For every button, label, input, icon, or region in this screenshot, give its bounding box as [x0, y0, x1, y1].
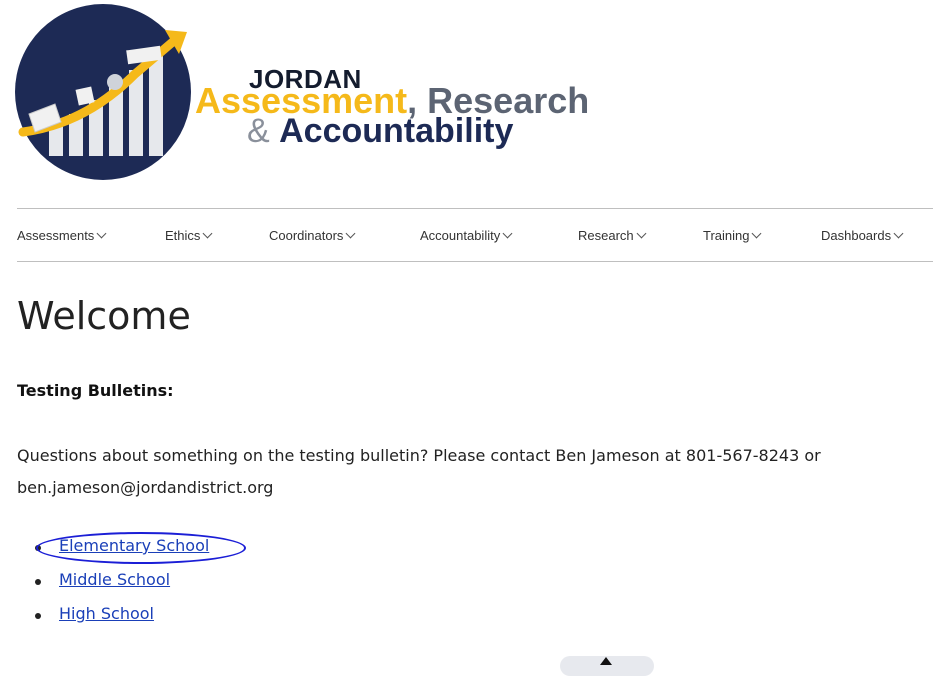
- chevron-down-icon: [96, 228, 107, 239]
- nav-item-label: Dashboards: [821, 228, 892, 243]
- bullet-icon: [35, 613, 41, 619]
- nav-item-ethics[interactable]: Ethics: [165, 228, 213, 243]
- middle-school-link[interactable]: Middle School: [59, 570, 170, 589]
- contact-paragraph: Questions about something on the testing…: [17, 446, 821, 497]
- annotation-circle: [36, 532, 246, 564]
- logo-accountability-text: Accountability: [279, 112, 514, 150]
- nav-item-dashboards[interactable]: Dashboards: [821, 228, 904, 243]
- scroll-to-top-button[interactable]: [560, 656, 654, 676]
- page-title: Welcome: [17, 294, 191, 338]
- nav-item-label: Accountability: [420, 228, 501, 243]
- logo-emblem-icon: [15, 4, 191, 180]
- logo-line3: & Accountability: [247, 112, 513, 151]
- site-logo[interactable]: JORDAN Assessment, Research & Accountabi…: [15, 4, 589, 184]
- chevron-down-icon: [345, 228, 356, 239]
- chevron-down-icon: [202, 228, 213, 239]
- nav-item-assessments[interactable]: Assessments: [17, 228, 107, 243]
- nav-item-label: Training: [703, 228, 750, 243]
- chevron-down-icon: [502, 228, 513, 239]
- logo-amp-text: &: [247, 112, 280, 150]
- nav-item-label: Assessments: [17, 228, 95, 243]
- nav-item-training[interactable]: Training: [703, 228, 762, 243]
- high-school-link[interactable]: High School: [59, 604, 154, 623]
- main-nav: Assessments Ethics Coordinators Accounta…: [17, 208, 933, 262]
- nav-item-research[interactable]: Research: [578, 228, 647, 243]
- nav-item-coordinators[interactable]: Coordinators: [269, 228, 356, 243]
- chevron-down-icon: [636, 228, 647, 239]
- nav-item-accountability[interactable]: Accountability: [420, 228, 513, 243]
- chevron-down-icon: [752, 228, 762, 239]
- bullet-icon: [35, 579, 41, 585]
- testing-bulletins-heading: Testing Bulletins:: [17, 381, 174, 400]
- chevron-down-icon: [893, 228, 904, 239]
- nav-item-label: Ethics: [165, 228, 201, 243]
- nav-item-label: Research: [578, 228, 634, 243]
- nav-item-label: Coordinators: [269, 228, 344, 243]
